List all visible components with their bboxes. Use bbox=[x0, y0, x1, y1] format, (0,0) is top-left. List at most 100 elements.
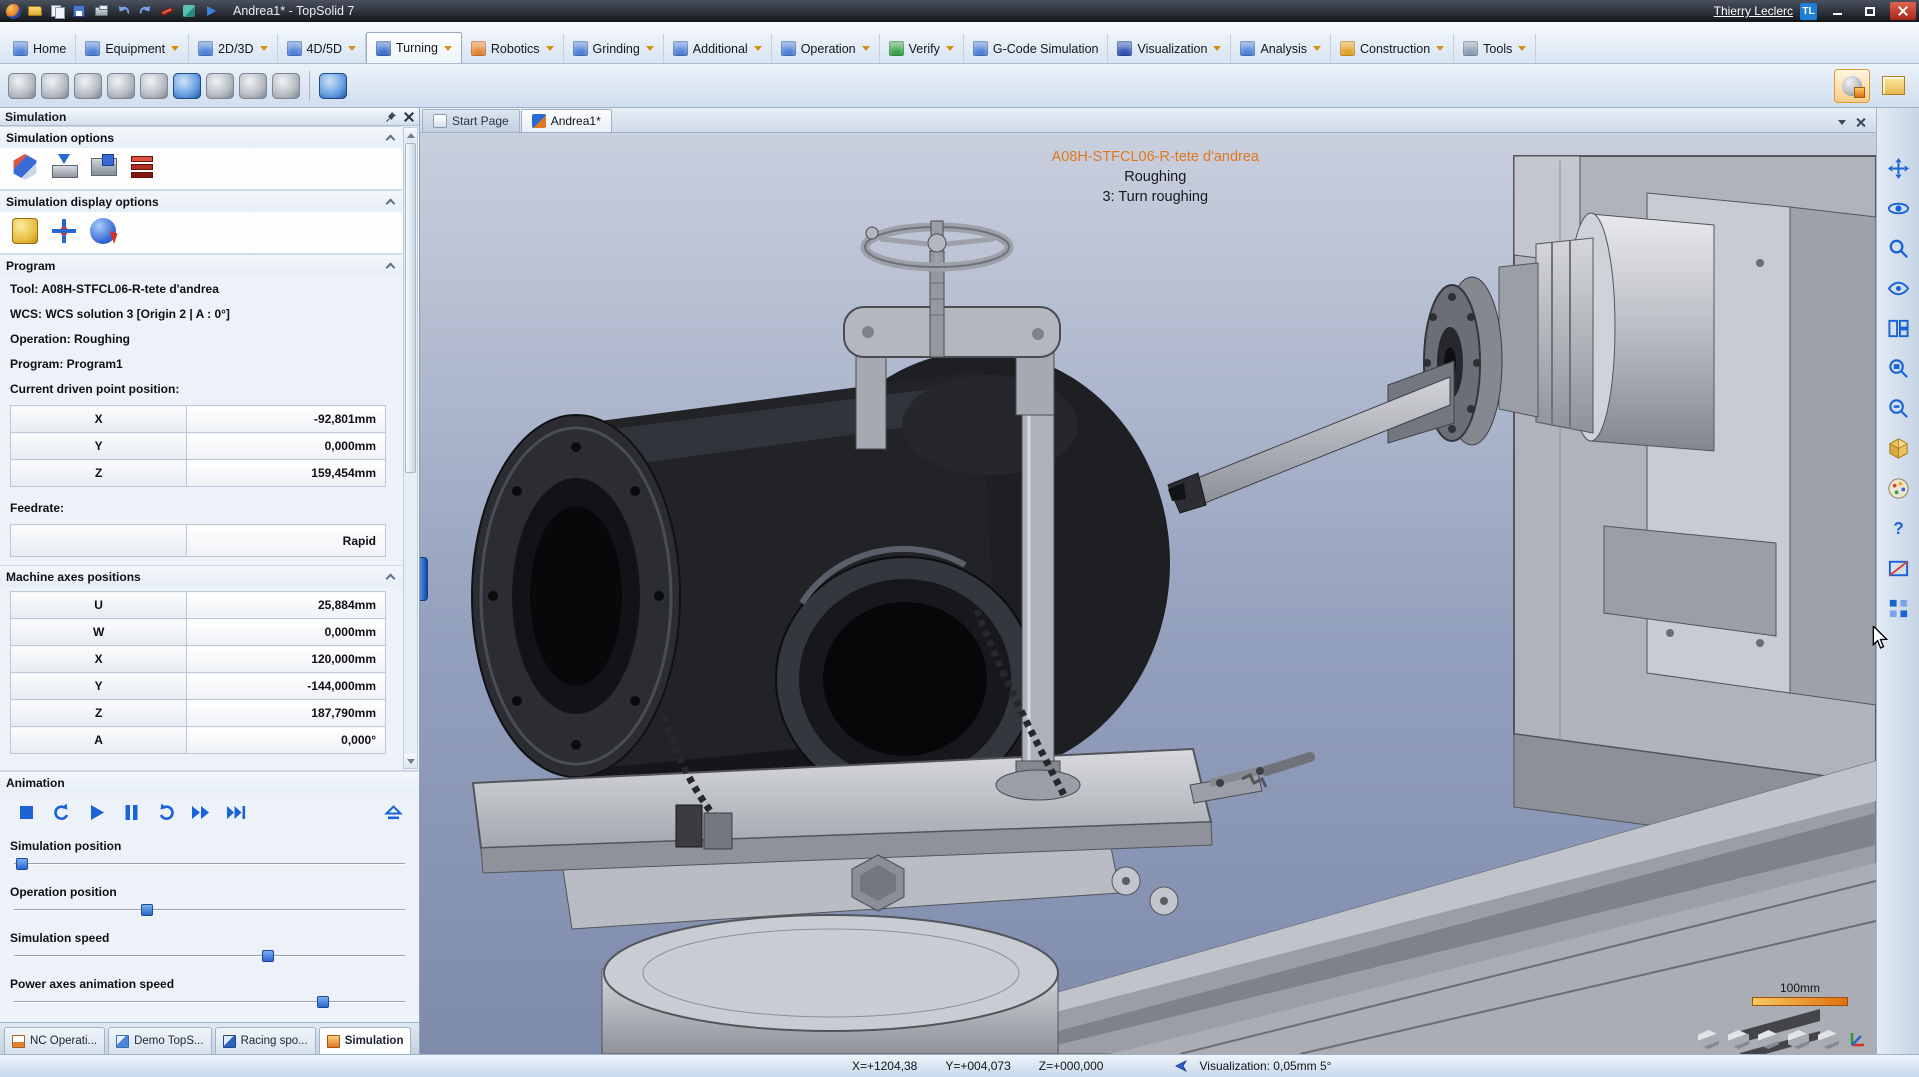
open-button[interactable] bbox=[25, 2, 45, 20]
panel-scrollbar[interactable] bbox=[403, 127, 418, 769]
axes-triad-icon[interactable] bbox=[1848, 1029, 1868, 1049]
step-back-button[interactable] bbox=[49, 800, 73, 824]
split-view-button[interactable] bbox=[1884, 314, 1912, 342]
minimize-button[interactable] bbox=[1824, 2, 1850, 20]
zoom-button[interactable] bbox=[1884, 234, 1912, 262]
power-axes-speed-slider[interactable] bbox=[14, 995, 405, 1009]
slider-thumb[interactable] bbox=[141, 904, 153, 916]
tab-demo-topsolid[interactable]: Demo TopS... bbox=[108, 1027, 211, 1054]
ribbon-tab-verify[interactable]: Verify bbox=[880, 34, 964, 63]
slider-thumb[interactable] bbox=[317, 996, 329, 1008]
turning-cycle-icon-9[interactable] bbox=[272, 73, 300, 99]
ribbon-tab-tools[interactable]: Tools bbox=[1454, 34, 1536, 63]
turning-cycle-icon-2[interactable] bbox=[41, 73, 69, 99]
ribbon-tab-visualization[interactable]: Visualization bbox=[1108, 34, 1231, 63]
pause-button[interactable] bbox=[119, 800, 143, 824]
user-avatar-badge[interactable]: TL bbox=[1800, 3, 1817, 20]
ribbon-tab-grinding[interactable]: Grinding bbox=[564, 34, 664, 63]
pan-button[interactable] bbox=[1884, 154, 1912, 182]
tab-simulation[interactable]: Simulation bbox=[319, 1027, 412, 1054]
close-document-button[interactable] bbox=[1856, 118, 1865, 127]
save-button[interactable] bbox=[69, 2, 89, 20]
turning-cycle-icon-4[interactable] bbox=[107, 73, 135, 99]
machine-simulation-mode-icon[interactable] bbox=[12, 154, 38, 180]
turning-cycle-icon-1[interactable] bbox=[8, 73, 36, 99]
export-button[interactable] bbox=[179, 2, 199, 20]
turning-tool-icon[interactable] bbox=[319, 73, 347, 99]
simulation-speed-slider[interactable] bbox=[14, 949, 405, 963]
section-machine-axes[interactable]: Machine axes positions bbox=[0, 565, 402, 587]
turning-cycle-icon-3[interactable] bbox=[74, 73, 102, 99]
zoom-previous-button[interactable] bbox=[1884, 394, 1912, 422]
turning-cycle-icon-5[interactable] bbox=[140, 73, 168, 99]
simulation-position-slider[interactable] bbox=[14, 857, 405, 871]
ribbon-tab-2d3d[interactable]: 2D/3D bbox=[189, 34, 277, 63]
zoom-window-button[interactable] bbox=[1884, 354, 1912, 382]
view-preset-icon-3[interactable] bbox=[1758, 1030, 1779, 1049]
help-button[interactable]: ? bbox=[1884, 514, 1912, 542]
ribbon-tab-robotics[interactable]: Robotics bbox=[462, 34, 564, 63]
ribbon-tab-home[interactable]: Home bbox=[4, 34, 76, 63]
slider-thumb[interactable] bbox=[262, 950, 274, 962]
tab-andrea1[interactable]: Andrea1* bbox=[521, 109, 612, 132]
section-simulation-options[interactable]: Simulation options bbox=[0, 126, 402, 148]
workpiece-setup-button[interactable] bbox=[1834, 69, 1870, 103]
tool-visibility-icon[interactable] bbox=[90, 218, 116, 244]
ribbon-tab-analysis[interactable]: Analysis bbox=[1231, 34, 1331, 63]
ribbon-tab-turning[interactable]: Turning bbox=[366, 32, 462, 63]
turning-cycle-icon-6[interactable] bbox=[173, 73, 201, 99]
ribbon-tab-gcode-simulation[interactable]: G-Code Simulation bbox=[964, 34, 1109, 63]
operation-position-slider[interactable] bbox=[14, 903, 405, 917]
panel-close-icon[interactable] bbox=[404, 112, 414, 122]
scroll-up-arrow[interactable] bbox=[404, 128, 417, 142]
ribbon-tab-additional[interactable]: Additional bbox=[664, 34, 772, 63]
scrollbar-thumb[interactable] bbox=[405, 143, 416, 473]
copy-button[interactable] bbox=[47, 2, 67, 20]
app-logo[interactable] bbox=[3, 2, 23, 20]
maximize-button[interactable] bbox=[1857, 2, 1883, 20]
material-removal-icon[interactable] bbox=[129, 154, 155, 180]
section-program[interactable]: Program bbox=[0, 254, 402, 276]
tab-start-page[interactable]: Start Page bbox=[422, 109, 520, 132]
ribbon-tab-operation[interactable]: Operation bbox=[772, 34, 880, 63]
slider-thumb[interactable] bbox=[16, 858, 28, 870]
section-view-button[interactable] bbox=[1884, 554, 1912, 582]
view-preset-icon-4[interactable] bbox=[1788, 1030, 1809, 1049]
eject-button[interactable] bbox=[381, 800, 405, 824]
section-animation[interactable]: Animation bbox=[0, 771, 419, 793]
step-forward-button[interactable] bbox=[154, 800, 178, 824]
machine-visibility-icon[interactable] bbox=[12, 218, 38, 244]
turning-cycle-icon-7[interactable] bbox=[206, 73, 234, 99]
machine-view-icon[interactable] bbox=[90, 154, 116, 180]
orbit-button[interactable] bbox=[1884, 194, 1912, 222]
undo-button[interactable] bbox=[113, 2, 133, 20]
view-preset-icon-2[interactable] bbox=[1728, 1030, 1749, 1049]
named-view-button[interactable] bbox=[1884, 274, 1912, 302]
turning-cycle-icon-8[interactable] bbox=[239, 73, 267, 99]
marker-button[interactable] bbox=[157, 2, 177, 20]
stock-button[interactable] bbox=[1875, 69, 1911, 103]
flag-button[interactable] bbox=[201, 2, 221, 20]
skip-to-end-button[interactable] bbox=[224, 800, 248, 824]
standard-views-button[interactable] bbox=[1884, 594, 1912, 622]
machine-3d-scene[interactable] bbox=[420, 133, 1876, 1054]
render-style-button[interactable] bbox=[1884, 474, 1912, 502]
view-cube-button[interactable] bbox=[1884, 434, 1912, 462]
collapse-chevron-icon[interactable] bbox=[386, 135, 396, 145]
workpiece[interactable] bbox=[472, 351, 1170, 801]
play-button[interactable] bbox=[84, 800, 108, 824]
collapse-chevron-icon[interactable] bbox=[386, 199, 396, 209]
tab-racing[interactable]: Racing spo... bbox=[215, 1027, 316, 1054]
tab-nc-operations[interactable]: NC Operati... bbox=[4, 1027, 105, 1054]
stop-button[interactable] bbox=[14, 800, 38, 824]
3d-canvas[interactable]: A08H-STFCL06-R-tete d'andrea Roughing 3:… bbox=[420, 133, 1876, 1054]
fast-forward-button[interactable] bbox=[189, 800, 213, 824]
panel-collapse-grip[interactable] bbox=[420, 557, 428, 601]
axes-visibility-icon[interactable] bbox=[51, 218, 77, 244]
pin-icon[interactable] bbox=[385, 111, 397, 123]
close-button[interactable] bbox=[1890, 2, 1916, 20]
scroll-down-arrow[interactable] bbox=[404, 754, 417, 768]
collapse-chevron-icon[interactable] bbox=[386, 263, 396, 273]
view-preset-icon-1[interactable] bbox=[1698, 1030, 1719, 1049]
section-display-options[interactable]: Simulation display options bbox=[0, 190, 402, 212]
